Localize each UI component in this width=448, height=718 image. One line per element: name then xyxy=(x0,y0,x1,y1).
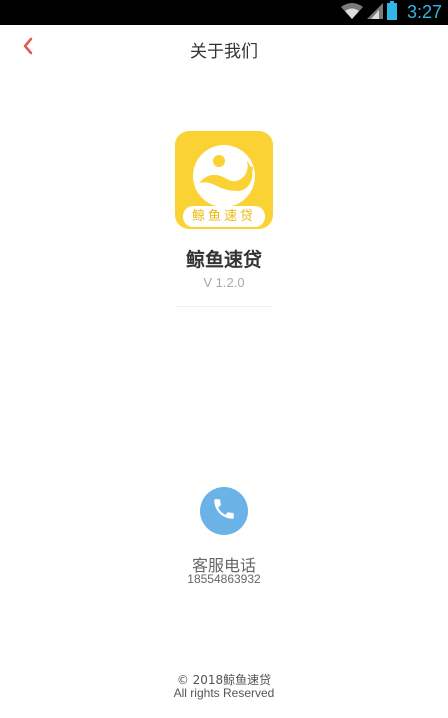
app-version: V 1.2.0 xyxy=(203,275,245,290)
divider xyxy=(176,306,272,307)
signal-icon xyxy=(366,2,383,24)
status-bar: 3:27 xyxy=(0,0,448,25)
battery-icon xyxy=(386,1,397,24)
wifi-icon xyxy=(340,2,363,24)
status-icons: 3:27 xyxy=(340,0,442,25)
about-us-screen: 3:27 关于我们 鲸鱼速贷 鲸鱼速贷 V 1.2.0 客服电话 1855486… xyxy=(0,0,448,718)
call-service-button[interactable] xyxy=(200,487,248,535)
page-title: 关于我们 xyxy=(190,42,258,62)
status-time: 3:27 xyxy=(406,2,442,22)
title-bar: 关于我们 xyxy=(0,25,448,71)
contact-number[interactable]: 18554863932 xyxy=(0,572,448,586)
app-logo: 鲸鱼速贷 xyxy=(175,131,273,229)
phone-icon xyxy=(211,496,237,526)
logo-label: 鲸鱼速贷 xyxy=(191,209,256,224)
rights-text: All rights Reserved xyxy=(173,686,275,700)
app-name: 鲸鱼速贷 xyxy=(185,249,262,271)
